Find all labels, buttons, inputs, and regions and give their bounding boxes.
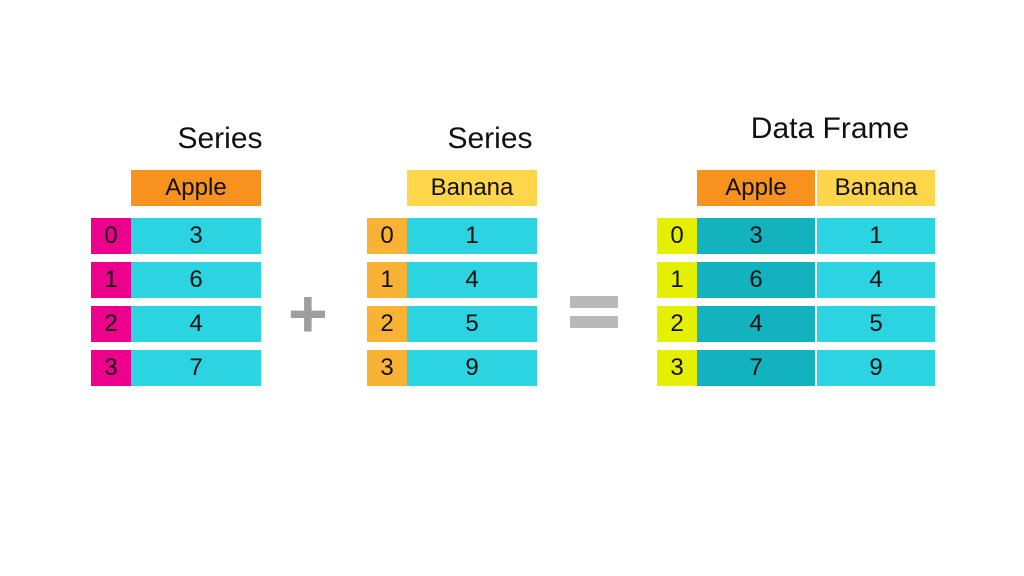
dataframe-col1-0: 3 [697, 218, 815, 254]
equals-icon-bottom [570, 316, 618, 328]
dataframe-header-1: Banana [817, 170, 935, 206]
series2-value-3: 9 [407, 350, 537, 386]
series1-value-2: 4 [131, 306, 261, 342]
dataframe-index-0: 0 [657, 218, 697, 254]
series2-index-0: 0 [367, 218, 407, 254]
series1-index-3: 3 [91, 350, 131, 386]
series2-value-0: 1 [407, 218, 537, 254]
series1-value-3: 7 [131, 350, 261, 386]
dataframe-header-0: Apple [697, 170, 815, 206]
series2-index-2: 2 [367, 306, 407, 342]
dataframe-index-1: 1 [657, 262, 697, 298]
series2-title: Series [410, 122, 570, 156]
series1-index-2: 2 [91, 306, 131, 342]
series1-value-0: 3 [131, 218, 261, 254]
dataframe-col1-2: 4 [697, 306, 815, 342]
dataframe-index-2: 2 [657, 306, 697, 342]
dataframe-col1-3: 7 [697, 350, 815, 386]
diagram-stage: { "titles": { "series1": "Series", "seri… [0, 0, 1024, 576]
dataframe-col1-1: 6 [697, 262, 815, 298]
dataframe-index-3: 3 [657, 350, 697, 386]
series1-index-0: 0 [91, 218, 131, 254]
plus-icon: + [288, 280, 328, 348]
series1-value-1: 6 [131, 262, 261, 298]
series1-header: Apple [131, 170, 261, 206]
series2-header: Banana [407, 170, 537, 206]
equals-icon-top [570, 296, 618, 308]
dataframe-title: Data Frame [700, 112, 960, 146]
series2-value-2: 5 [407, 306, 537, 342]
dataframe-col2-0: 1 [817, 218, 935, 254]
dataframe-col2-2: 5 [817, 306, 935, 342]
series2-index-3: 3 [367, 350, 407, 386]
series1-title: Series [140, 122, 300, 156]
dataframe-col2-3: 9 [817, 350, 935, 386]
dataframe-col2-1: 4 [817, 262, 935, 298]
series2-index-1: 1 [367, 262, 407, 298]
series2-value-1: 4 [407, 262, 537, 298]
series1-index-1: 1 [91, 262, 131, 298]
